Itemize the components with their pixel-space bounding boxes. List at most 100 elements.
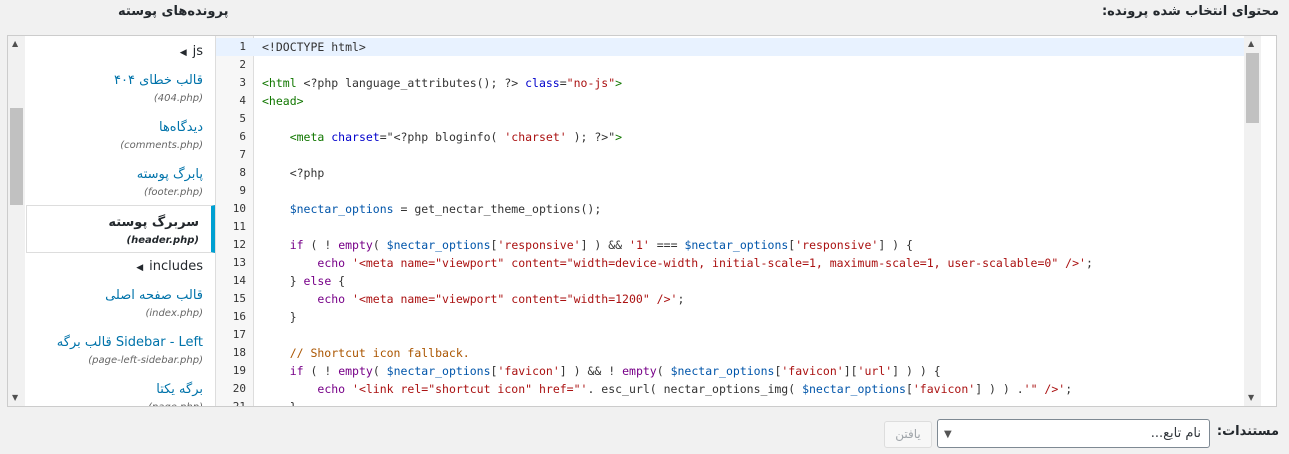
- code-line[interactable]: 15 echo '<meta name="viewport" content="…: [216, 290, 1261, 308]
- code-line[interactable]: 10 $nectar_options = get_nectar_theme_op…: [216, 200, 1261, 218]
- code-token: (: [372, 238, 387, 252]
- function-name-select[interactable]: نام تابع... ▼: [937, 419, 1210, 448]
- line-number: 16: [232, 310, 246, 323]
- line-number: 5: [239, 112, 246, 125]
- line-number: 9: [239, 184, 246, 197]
- line-code: echo '<meta name="viewport" content="wid…: [262, 254, 1092, 272]
- file-list-scroll-thumb[interactable]: [10, 108, 23, 205]
- code-line[interactable]: 13 echo '<meta name="viewport" content="…: [216, 254, 1261, 272]
- code-token: $nectar_options: [289, 202, 394, 216]
- code-line[interactable]: 11: [216, 218, 1261, 236]
- code-token: <head>: [262, 94, 304, 108]
- folder-item[interactable]: ◀ includes: [25, 255, 215, 279]
- code-line[interactable]: 19 if ( ! empty( $nectar_options['favico…: [216, 362, 1261, 380]
- line-number: 8: [239, 166, 246, 179]
- file-label[interactable]: قالب خطای ۴۰۴: [25, 72, 203, 89]
- code-token: =: [559, 76, 567, 90]
- code-token: $nectar_options: [684, 238, 789, 252]
- file-item[interactable]: Sidebar - Left قالب برگه (page-left-sideb…: [25, 326, 215, 373]
- code-lines: 1 <!DOCTYPE html> 2 3 <html <?php language_a…: [216, 38, 1261, 406]
- file-label[interactable]: دیدگاه‌ها: [25, 119, 203, 136]
- scroll-down-arrow-icon[interactable]: ▼: [12, 393, 18, 402]
- code-token: }: [262, 310, 297, 324]
- code-token: 'favicon': [781, 364, 844, 378]
- code-line[interactable]: 2: [216, 56, 1261, 74]
- code-line[interactable]: 12 if ( ! empty( $nectar_options['respon…: [216, 236, 1261, 254]
- theme-files-heading: پرونده‌های پوسته: [118, 4, 229, 19]
- code-token: ===: [649, 238, 685, 252]
- chevron-down-icon: ▼: [944, 429, 952, 440]
- code-token: '1': [629, 238, 650, 252]
- editor-scrollbar[interactable]: ▲ ▼: [1244, 36, 1261, 406]
- line-code: <?php: [262, 164, 325, 182]
- code-line[interactable]: 17: [216, 326, 1261, 344]
- code-token: ] ) && !: [559, 364, 623, 378]
- editor-scroll-thumb[interactable]: [1246, 53, 1259, 123]
- code-line[interactable]: 21 }: [216, 398, 1261, 406]
- code-token: 'favicon': [912, 382, 976, 396]
- code-line[interactable]: 7: [216, 146, 1261, 164]
- folder-item[interactable]: ◀ js: [25, 40, 215, 64]
- scroll-up-arrow-icon[interactable]: ▲: [1248, 39, 1254, 48]
- line-number: 19: [232, 364, 246, 377]
- file-item[interactable]: دیدگاه‌ها (comments.php): [25, 111, 215, 158]
- code-line[interactable]: 5: [216, 110, 1261, 128]
- code-token: ] ) {: [878, 238, 913, 252]
- code-line[interactable]: 3 <html <?php language_attributes(); ?> c…: [216, 74, 1261, 92]
- code-token: '<link rel="shortcut icon" href="': [352, 382, 588, 396]
- code-token: ][: [843, 364, 858, 378]
- file-item[interactable]: پابرگ پوسته (footer.php): [25, 158, 215, 205]
- file-label[interactable]: برگه یکتا: [25, 381, 203, 398]
- folder-name: includes: [149, 259, 203, 274]
- line-number: 2: [239, 58, 246, 71]
- file-filename: (index.php): [145, 308, 203, 319]
- code-token: "<?php bloginfo(: [386, 130, 505, 144]
- triangle-left-icon[interactable]: ◀: [136, 263, 143, 273]
- line-number: 13: [232, 256, 246, 269]
- code-token: empty: [338, 364, 373, 378]
- code-line[interactable]: 18 // Shortcut icon fallback.: [216, 344, 1261, 362]
- scroll-up-arrow-icon[interactable]: ▲: [12, 39, 18, 48]
- file-label[interactable]: سربرگ پوسته: [27, 214, 199, 231]
- code-token: >: [615, 130, 623, 144]
- triangle-left-icon[interactable]: ◀: [180, 48, 187, 58]
- line-code: <head>: [262, 92, 304, 110]
- code-line[interactable]: 16 }: [216, 308, 1261, 326]
- file-item[interactable]: برگه یکتا(page.php): [25, 373, 215, 406]
- code-token: '<meta name="viewport" content="width=de…: [352, 256, 1086, 270]
- line-code: $nectar_options = get_nectar_theme_optio…: [262, 200, 602, 218]
- code-line[interactable]: 4 <head>: [216, 92, 1261, 110]
- file-list-scrollbar[interactable]: ▲ ▼: [8, 36, 25, 406]
- code-line[interactable]: 1 <!DOCTYPE html>: [216, 38, 1261, 56]
- code-line[interactable]: 8 <?php: [216, 164, 1261, 182]
- code-editor[interactable]: 1 <!DOCTYPE html> 2 3 <html <?php language_a…: [216, 36, 1261, 406]
- code-line[interactable]: 6 <meta charset="<?php bloginfo( 'charse…: [216, 128, 1261, 146]
- code-line[interactable]: 20 echo '<link rel="shortcut icon" href=…: [216, 380, 1261, 398]
- find-button[interactable]: یافتن: [884, 421, 932, 448]
- line-number: 10: [232, 202, 246, 215]
- code-token: if: [289, 238, 304, 252]
- line-number: 17: [232, 328, 246, 341]
- code-line[interactable]: 14 } else {: [216, 272, 1261, 290]
- editor-panel: ▲ ▼ ◀ js قالب خطای ۴۰۴ (404.php) دیدگاه‌ها (c…: [7, 35, 1277, 407]
- line-number: 21: [216, 398, 246, 406]
- line-number: 7: [239, 148, 246, 161]
- line-code: <meta charset="<?php bloginfo( 'charset'…: [262, 128, 622, 146]
- file-item-selected[interactable]: سربرگ پوسته (header.php): [26, 205, 215, 253]
- file-label[interactable]: Sidebar - Left قالب برگه: [25, 334, 203, 351]
- file-label[interactable]: قالب صفحه اصلی: [25, 287, 203, 304]
- code-token: }: [262, 274, 304, 288]
- scroll-down-arrow-icon[interactable]: ▼: [1248, 393, 1254, 402]
- file-item[interactable]: قالب صفحه اصلی (index.php): [25, 279, 215, 326]
- file-label[interactable]: پابرگ پوسته: [25, 166, 203, 183]
- code-token: =: [379, 130, 387, 144]
- code-line[interactable]: 9: [216, 182, 1261, 200]
- line-code: // Shortcut icon fallback.: [262, 344, 470, 362]
- code-token: 'responsive': [795, 238, 879, 252]
- file-item[interactable]: قالب خطای ۴۰۴ (404.php): [25, 64, 215, 111]
- code-token: $nectar_options: [802, 382, 906, 396]
- code-token: 'charset': [504, 130, 567, 144]
